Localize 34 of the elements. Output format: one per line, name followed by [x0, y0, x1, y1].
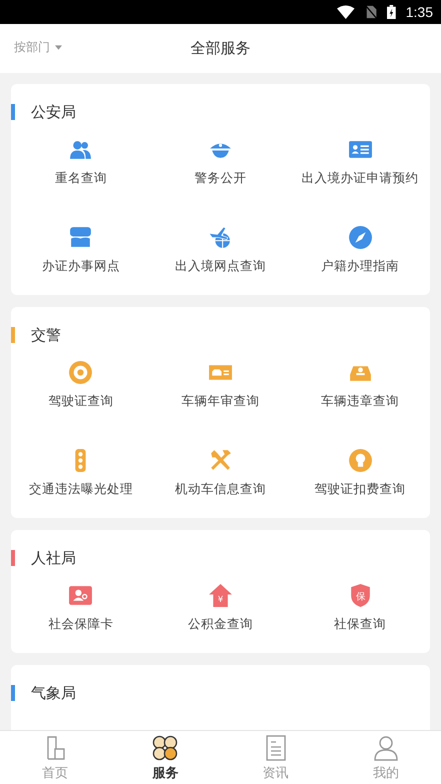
profile-icon	[372, 734, 400, 762]
service-label[interactable]: 出入境网点查询	[174, 258, 266, 275]
service-label[interactable]: 办证办事网点	[42, 258, 120, 275]
service-label[interactable]: 车辆年审查询	[181, 393, 260, 410]
section-title: 气象局	[31, 684, 76, 702]
plane-globe-icon[interactable]	[208, 225, 233, 250]
battery-charging-icon	[387, 5, 396, 19]
wheel-icon[interactable]	[68, 360, 94, 385]
section-title: 公安局	[31, 102, 76, 122]
service-label[interactable]: 重名查询	[54, 170, 107, 187]
service-label[interactable]: 驾驶证查询	[48, 393, 114, 410]
service-label[interactable]: 公积金查询	[188, 616, 253, 633]
wifi-icon	[337, 5, 355, 19]
no-sim-icon	[364, 5, 377, 19]
person-card-icon[interactable]	[68, 583, 94, 608]
services-icon	[151, 734, 180, 762]
section-title: 人社局	[31, 548, 76, 568]
dropdown-caret-icon	[55, 45, 62, 50]
service-label[interactable]: 社保查询	[334, 616, 386, 633]
compass-icon[interactable]	[348, 225, 373, 250]
bulb-icon[interactable]	[348, 448, 373, 473]
service-label[interactable]: 警务公开	[194, 170, 246, 187]
service-label[interactable]: 户籍办理指南	[321, 258, 400, 275]
shop-icon[interactable]	[68, 225, 94, 250]
service-label[interactable]: 驾驶证扣费查询	[314, 481, 406, 498]
status-time: 1:35	[406, 4, 433, 20]
nav-tab[interactable]: 服务	[110, 731, 220, 784]
service-label[interactable]: 社会保障卡	[48, 616, 114, 633]
page-title: 全部服务	[190, 39, 250, 58]
service-label[interactable]: 机动车信息查询	[174, 481, 266, 498]
service-label[interactable]: 交通违法曝光处理	[28, 481, 133, 498]
section-title: 交警	[31, 326, 61, 344]
service-label[interactable]: 出入境办证申请预约	[302, 170, 419, 187]
service-label[interactable]: 车辆违章查询	[321, 393, 400, 410]
